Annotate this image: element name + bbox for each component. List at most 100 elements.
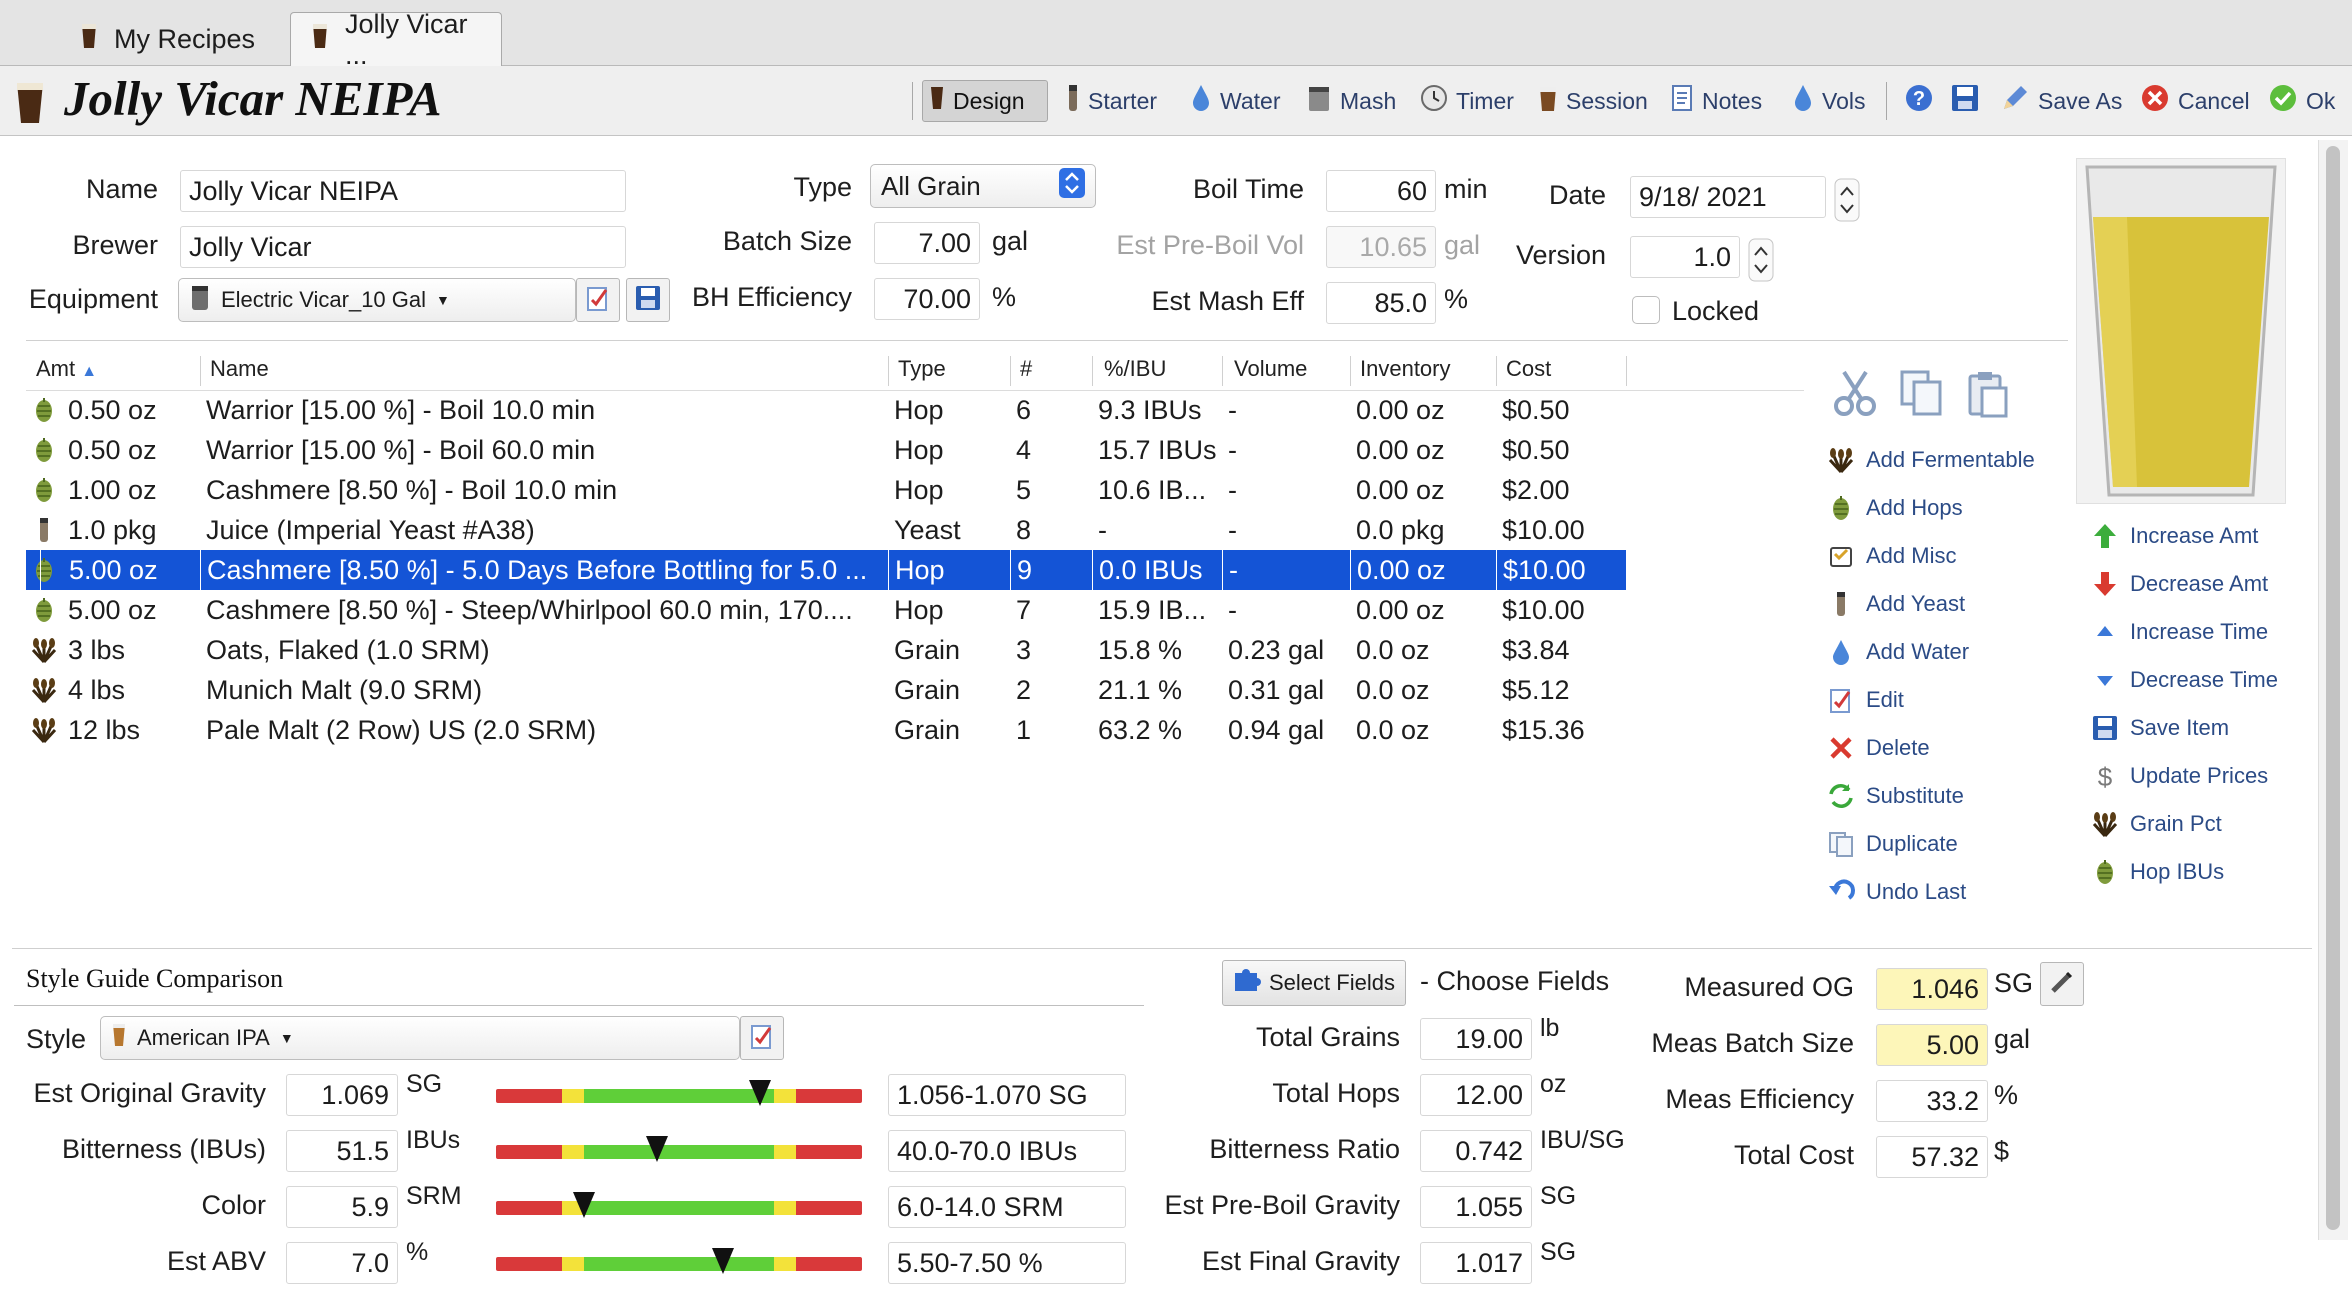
column-header-inventory[interactable]: Inventory [1360, 356, 1451, 382]
add-misc-button[interactable]: Add Misc [1826, 536, 1956, 576]
table-row-selected[interactable]: 5.00 oz Cashmere [8.50 %] - 5.0 Days Befo… [26, 550, 1626, 590]
measured-row-value[interactable]: 1.046 [1876, 968, 1988, 1010]
batch-size-label: Batch Size [722, 226, 852, 256]
action-label: Edit [1866, 687, 1904, 712]
duplicate-button[interactable]: Duplicate [1826, 824, 1958, 864]
measured-row-value[interactable]: 5.00 [1876, 1024, 1988, 1066]
edit-style-button[interactable] [740, 1016, 784, 1060]
recipe-title: Jolly Vicar NEIPA [64, 71, 442, 126]
cell-pct: 9.3 IBUs [1098, 395, 1202, 425]
edit-button[interactable]: Edit [1826, 680, 1904, 720]
vols-button[interactable]: Vols [1786, 80, 1871, 122]
table-row[interactable]: 0.50 oz Warrior [15.00 %] - Boil 60.0 min… [26, 430, 1626, 470]
add-water-button[interactable]: Add Water [1826, 632, 1969, 672]
measure-og-button[interactable] [2040, 962, 2084, 1006]
version-stepper[interactable] [1748, 238, 1774, 287]
grain-pct-button[interactable]: Grain Pct [2090, 804, 2222, 844]
increase-amt-button[interactable]: Increase Amt [2090, 516, 2258, 556]
delete-button[interactable]: Delete [1826, 728, 1930, 768]
edit-equipment-button[interactable] [576, 278, 620, 322]
name-label: Name [85, 174, 158, 204]
cell-vol: - [1228, 595, 1237, 625]
scrollbar-thumb[interactable] [2326, 146, 2340, 1230]
tab-my-recipes[interactable]: My Recipes [60, 12, 275, 66]
substitute-button[interactable]: Substitute [1826, 776, 1964, 816]
cut-icon[interactable] [1832, 368, 1880, 425]
notes-button[interactable]: Notes [1664, 80, 1768, 122]
session-button[interactable]: Session [1532, 80, 1654, 122]
decrease-time-button[interactable]: Decrease Time [2090, 660, 2278, 700]
add-yeast-button[interactable]: Add Yeast [1826, 584, 1965, 624]
measured-row-label: Meas Batch Size [1651, 1028, 1854, 1058]
cell-cost: $5.12 [1502, 675, 1570, 705]
paste-icon[interactable] [1964, 368, 2012, 425]
version-field[interactable]: 1.0 [1630, 236, 1740, 278]
boil-time-field[interactable]: 60 [1326, 170, 1436, 212]
batch-size-field[interactable]: 7.00 [874, 222, 980, 264]
cancel-button[interactable]: Cancel [2134, 80, 2256, 122]
save-button[interactable] [1944, 80, 1986, 122]
table-row[interactable]: 3 lbs Oats, Flaked (1.0 SRM) Grain 3 15.8 % 0… [26, 630, 1626, 670]
table-row[interactable]: 1.00 oz Cashmere [8.50 %] - Boil 10.0 min… [26, 470, 1626, 510]
cell-amt: 12 lbs [68, 715, 141, 745]
field-row-label: Est Final Gravity [1201, 1246, 1400, 1276]
locked-checkbox[interactable] [1632, 296, 1660, 324]
column-header-type[interactable]: Type [898, 356, 946, 382]
date-field[interactable]: 9/18/ 2021 [1630, 176, 1826, 218]
mash-eff-field[interactable]: 85.0 [1326, 282, 1436, 324]
table-row[interactable]: 0.50 oz Warrior [15.00 %] - Boil 10.0 min… [26, 390, 1626, 430]
mash-button[interactable]: Mash [1300, 80, 1402, 122]
save-as-button[interactable]: Save As [1994, 80, 2128, 122]
cell-pct: - [1098, 515, 1107, 545]
table-row[interactable]: 5.00 oz Cashmere [8.50 %] - Steep/Whirlpo… [26, 590, 1626, 630]
equipment-select[interactable]: Electric Vicar_10 Gal ▼ [178, 278, 576, 322]
action-label: Add Yeast [1866, 591, 1966, 616]
water-drop-icon [1190, 83, 1212, 119]
table-row[interactable]: 12 lbs Pale Malt (2 Row) US (2.0 SRM) Grai… [26, 710, 1626, 750]
design-button[interactable]: Design [922, 80, 1048, 122]
ok-button[interactable]: Ok [2262, 80, 2341, 122]
column-header-name[interactable]: Name [210, 356, 269, 382]
brewer-field[interactable]: Jolly Vicar [180, 226, 626, 268]
add-hops-button[interactable]: Add Hops [1826, 488, 1963, 528]
bh-efficiency-field[interactable]: 70.00 [874, 278, 980, 320]
help-button[interactable]: ? [1898, 80, 1940, 122]
cell-pct: 15.7 IBUs [1098, 435, 1217, 465]
add-fermentable-button[interactable]: Add Fermentable [1826, 440, 2035, 480]
copy-icon[interactable] [1898, 368, 1946, 425]
decrease-amt-button[interactable]: Decrease Amt [2090, 564, 2268, 604]
edit-checklist-icon [748, 1022, 776, 1055]
style-row-range: 40.0-70.0 IBUs [888, 1130, 1126, 1172]
style-range-bar [496, 1145, 862, 1159]
stepper-arrows-icon [1059, 167, 1085, 205]
cell-num: 4 [1016, 435, 1032, 465]
style-select[interactable]: American IPA ▼ [100, 1016, 740, 1060]
style-range-marker [646, 1136, 669, 1162]
column-header-amt[interactable]: Amt ▲ [36, 356, 97, 382]
field-row-label: Bitterness Ratio [1209, 1134, 1400, 1164]
save-item-button[interactable]: Save Item [2090, 708, 2229, 748]
column-header-pct-ibu[interactable]: %/IBU [1104, 356, 1166, 382]
section-divider [12, 948, 2312, 949]
column-header-volume[interactable]: Volume [1234, 356, 1307, 382]
measured-row-value[interactable]: 57.32 [1876, 1136, 1988, 1178]
starter-button[interactable]: Starter [1060, 80, 1163, 122]
undo-last-button[interactable]: Undo Last [1826, 872, 1966, 912]
column-header-cost[interactable]: Cost [1506, 356, 1551, 382]
increase-time-button[interactable]: Increase Time [2090, 612, 2268, 652]
timer-button[interactable]: Timer [1414, 80, 1520, 122]
tab-jolly-vicar[interactable]: Jolly Vicar ... [290, 9, 502, 70]
table-row[interactable]: 4 lbs Munich Malt (9.0 SRM) Grain 2 21.1 % 0.… [26, 670, 1626, 710]
column-header-number[interactable]: # [1020, 356, 1032, 382]
water-button[interactable]: Water [1184, 80, 1287, 122]
select-fields-button[interactable]: Select Fields [1222, 960, 1406, 1006]
measured-row-value[interactable]: 33.2 [1876, 1080, 1988, 1122]
table-row[interactable]: 1.0 pkg Juice (Imperial Yeast #A38) Yeast 8… [26, 510, 1626, 550]
update-prices-button[interactable]: $ Update Prices [2090, 756, 2268, 796]
hop-ibus-button[interactable]: Hop IBUs [2090, 852, 2224, 892]
pre-boil-vol-field: 10.65 [1326, 226, 1436, 268]
date-stepper[interactable] [1834, 178, 1860, 227]
pre-boil-vol-unit: gal [1444, 230, 1481, 260]
type-select[interactable]: All Grain [870, 164, 1096, 208]
name-field[interactable]: Jolly Vicar NEIPA [180, 170, 626, 212]
